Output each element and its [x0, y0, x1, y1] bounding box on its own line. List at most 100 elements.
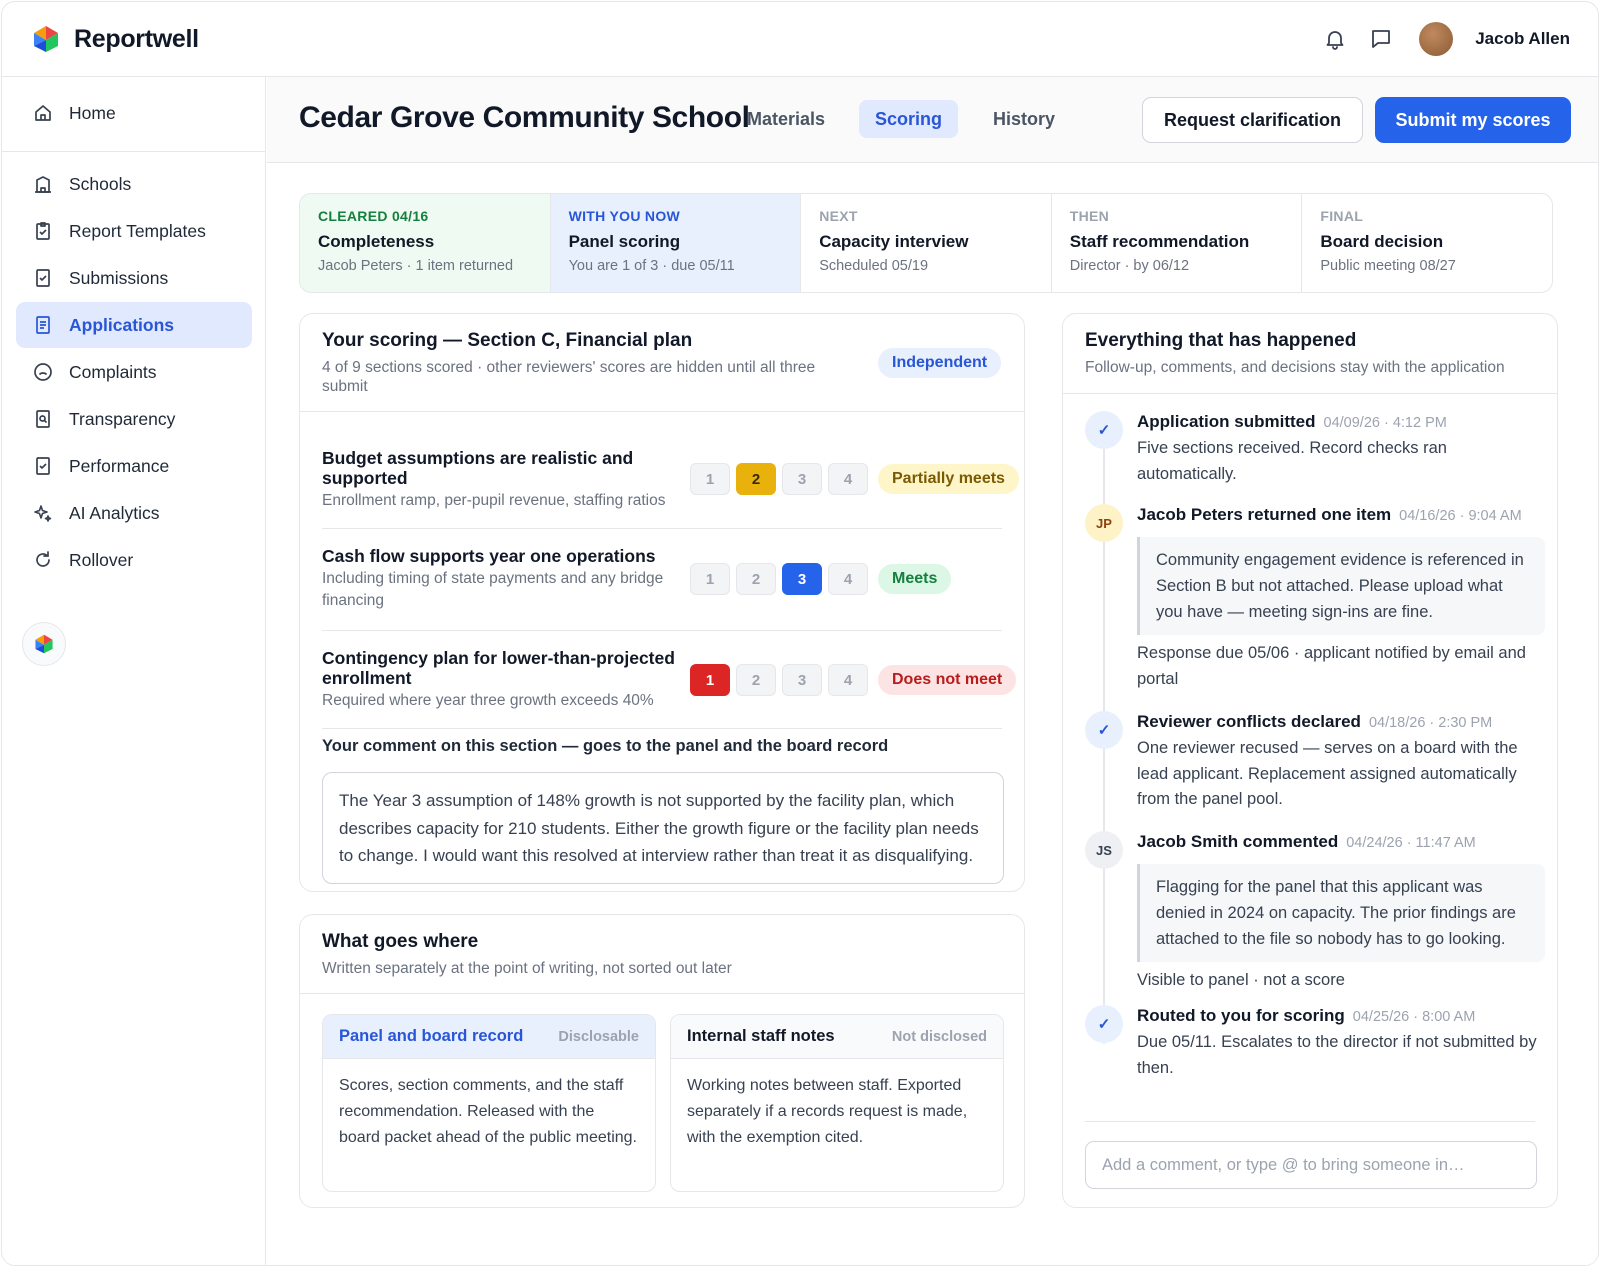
chat-icon[interactable] — [1369, 27, 1393, 51]
event-quote: Flagging for the panel that this applica… — [1137, 864, 1545, 962]
sidebar-item-performance[interactable]: Performance — [16, 443, 252, 489]
sidebar-item-ai-analytics[interactable]: AI Analytics — [16, 490, 252, 536]
score-selector: 1 2 3 4 — [690, 463, 868, 495]
sidebar-item-label: Rollover — [69, 549, 134, 570]
what-goes-where-card: What goes where Written separately at th… — [299, 914, 1025, 1208]
bell-icon[interactable] — [1323, 27, 1347, 51]
sidebar-item-complaints[interactable]: Complaints — [16, 349, 252, 395]
score-option[interactable]: 3 — [782, 664, 822, 696]
criterion-title: Budget assumptions are realistic and sup… — [322, 448, 634, 488]
sidebar-item-home[interactable]: Home — [16, 90, 252, 136]
sidebar-item-rollover[interactable]: Rollover — [16, 537, 252, 583]
sidebar-item-label: Schools — [69, 173, 132, 194]
disclosure-label: Disclosable — [558, 1028, 639, 1045]
scoring-card: Your scoring — Section C, Financial plan… — [299, 313, 1025, 892]
score-option[interactable]: 4 — [828, 463, 868, 495]
brand[interactable]: Reportwell — [32, 24, 199, 54]
event-time: 04/24/26 · 11:47 AM — [1346, 835, 1476, 851]
scoring-subtitle: 4 of 9 sections scored · other reviewers… — [322, 359, 816, 395]
submit-scores-button[interactable]: Submit my scores — [1375, 97, 1571, 143]
stage-subtitle: Jacob Peters · 1 item returned — [318, 258, 514, 274]
event-time: 04/09/26 · 4:12 PM — [1323, 415, 1447, 431]
event-text: Response due 05/06 · applicant notified … — [1137, 644, 1526, 688]
sidebar-item-label: Submissions — [69, 267, 169, 288]
score-option-selected[interactable]: 3 — [782, 563, 822, 595]
criterion-subtitle: Required where year three growth exceeds… — [322, 692, 654, 709]
assistant-launcher-button[interactable] — [22, 622, 66, 666]
tab-scoring[interactable]: Scoring — [859, 100, 959, 138]
card-divider — [1085, 1121, 1535, 1122]
stage-staff-recommendation[interactable]: THEN Staff recommendation Director · by … — [1052, 194, 1303, 292]
sidebar-item-schools[interactable]: Schools — [16, 161, 252, 207]
stage-completeness[interactable]: CLEARED 04/16 Completeness Jacob Peters … — [300, 194, 551, 292]
clipboard-icon — [32, 220, 54, 242]
request-clarification-button[interactable]: Request clarification — [1142, 97, 1363, 143]
event-title: Jacob Peters returned one item — [1137, 505, 1392, 524]
score-option[interactable]: 1 — [690, 563, 730, 595]
tab-materials[interactable]: Materials — [731, 100, 841, 138]
tab-history[interactable]: History — [977, 100, 1071, 138]
reportwell-logo-icon — [34, 26, 58, 52]
score-option[interactable]: 1 — [690, 463, 730, 495]
score-option-selected[interactable]: 1 — [690, 664, 730, 696]
page-header: Cedar Grove Community School Materials S… — [267, 77, 1598, 163]
score-option-selected[interactable]: 2 — [736, 463, 776, 495]
event-time: 04/18/26 · 2:30 PM — [1368, 715, 1493, 731]
app-window: Reportwell Jacob Allen Home Schools Repo… — [1, 1, 1599, 1266]
section-comment-textarea[interactable]: The Year 3 assumption of 148% growth is … — [322, 772, 1004, 884]
check-document-icon — [32, 267, 54, 289]
sidebar-item-label: Home — [69, 102, 116, 123]
user-name[interactable]: Jacob Allen — [1475, 29, 1570, 49]
stage-subtitle: Director · by 06/12 — [1069, 258, 1190, 274]
event-title: Jacob Smith commented — [1137, 832, 1339, 851]
rating-badge: Does not meet — [878, 665, 1017, 695]
stage-board-decision[interactable]: FINAL Board decision Public meeting 08/2… — [1302, 194, 1552, 292]
internal-notes-title: Internal staff notes — [687, 1027, 835, 1045]
sidebar-item-applications[interactable]: Applications — [16, 302, 252, 348]
disclosure-label: Not disclosed — [891, 1028, 987, 1045]
user-avatar[interactable] — [1419, 22, 1454, 56]
stage-tag: NEXT — [819, 208, 858, 224]
row-divider — [322, 528, 1002, 529]
sidebar-item-label: Transparency — [69, 408, 176, 429]
history-title: Everything that has happened — [1085, 330, 1357, 351]
reportwell-logo-icon — [35, 634, 53, 654]
document-icon — [32, 314, 54, 336]
score-option[interactable]: 2 — [736, 563, 776, 595]
score-option[interactable]: 3 — [782, 463, 822, 495]
avatar: JP — [1085, 504, 1123, 542]
avatar: JS — [1085, 831, 1123, 869]
rating-badge: Meets — [878, 564, 952, 594]
stage-subtitle: You are 1 of 3 · due 05/11 — [568, 258, 735, 274]
score-option[interactable]: 4 — [828, 563, 868, 595]
score-option[interactable]: 4 — [828, 664, 868, 696]
rating-badge: Partially meets — [878, 464, 1019, 494]
stage-panel-scoring[interactable]: WITH YOU NOW Panel scoring You are 1 of … — [550, 194, 802, 292]
score-selector: 1 2 3 4 — [690, 664, 868, 696]
event-title: Reviewer conflicts declared — [1137, 712, 1361, 731]
stage-tag: CLEARED 04/16 — [318, 208, 429, 224]
where-title: What goes where — [322, 931, 479, 952]
stage-capacity-interview[interactable]: NEXT Capacity interview Scheduled 05/19 — [801, 194, 1052, 292]
score-option[interactable]: 2 — [736, 664, 776, 696]
stage-title: Staff recommendation — [1069, 232, 1250, 251]
comment-input[interactable]: Add a comment, or type @ to bring someon… — [1085, 1141, 1537, 1189]
card-divider — [300, 411, 1024, 412]
stage-subtitle: Public meeting 08/27 — [1320, 258, 1456, 274]
sad-face-icon — [32, 361, 54, 383]
sidebar-item-submissions[interactable]: Submissions — [16, 255, 252, 301]
stage-title: Completeness — [318, 232, 435, 251]
panel-record-box: Panel and board record Disclosable Score… — [322, 1014, 656, 1192]
sidebar-item-label: AI Analytics — [69, 502, 160, 523]
sparkle-icon — [32, 502, 54, 524]
sidebar-item-transparency[interactable]: Transparency — [16, 396, 252, 442]
panel-record-body: Scores, section comments, and the staff … — [339, 1077, 637, 1146]
process-stepper: CLEARED 04/16 Completeness Jacob Peters … — [299, 193, 1553, 293]
internal-notes-body: Working notes between staff. Exported se… — [687, 1077, 968, 1146]
sidebar-item-report-templates[interactable]: Report Templates — [16, 208, 252, 254]
sidebar-item-label: Complaints — [69, 361, 157, 382]
page-title: Cedar Grove Community School — [299, 101, 750, 134]
sidebar: Home Schools Report Templates Submission… — [2, 77, 266, 1265]
scoring-title: Your scoring — Section C, Financial plan — [322, 330, 693, 351]
event-text: Due 05/11. Escalates to the director if … — [1137, 1033, 1537, 1077]
